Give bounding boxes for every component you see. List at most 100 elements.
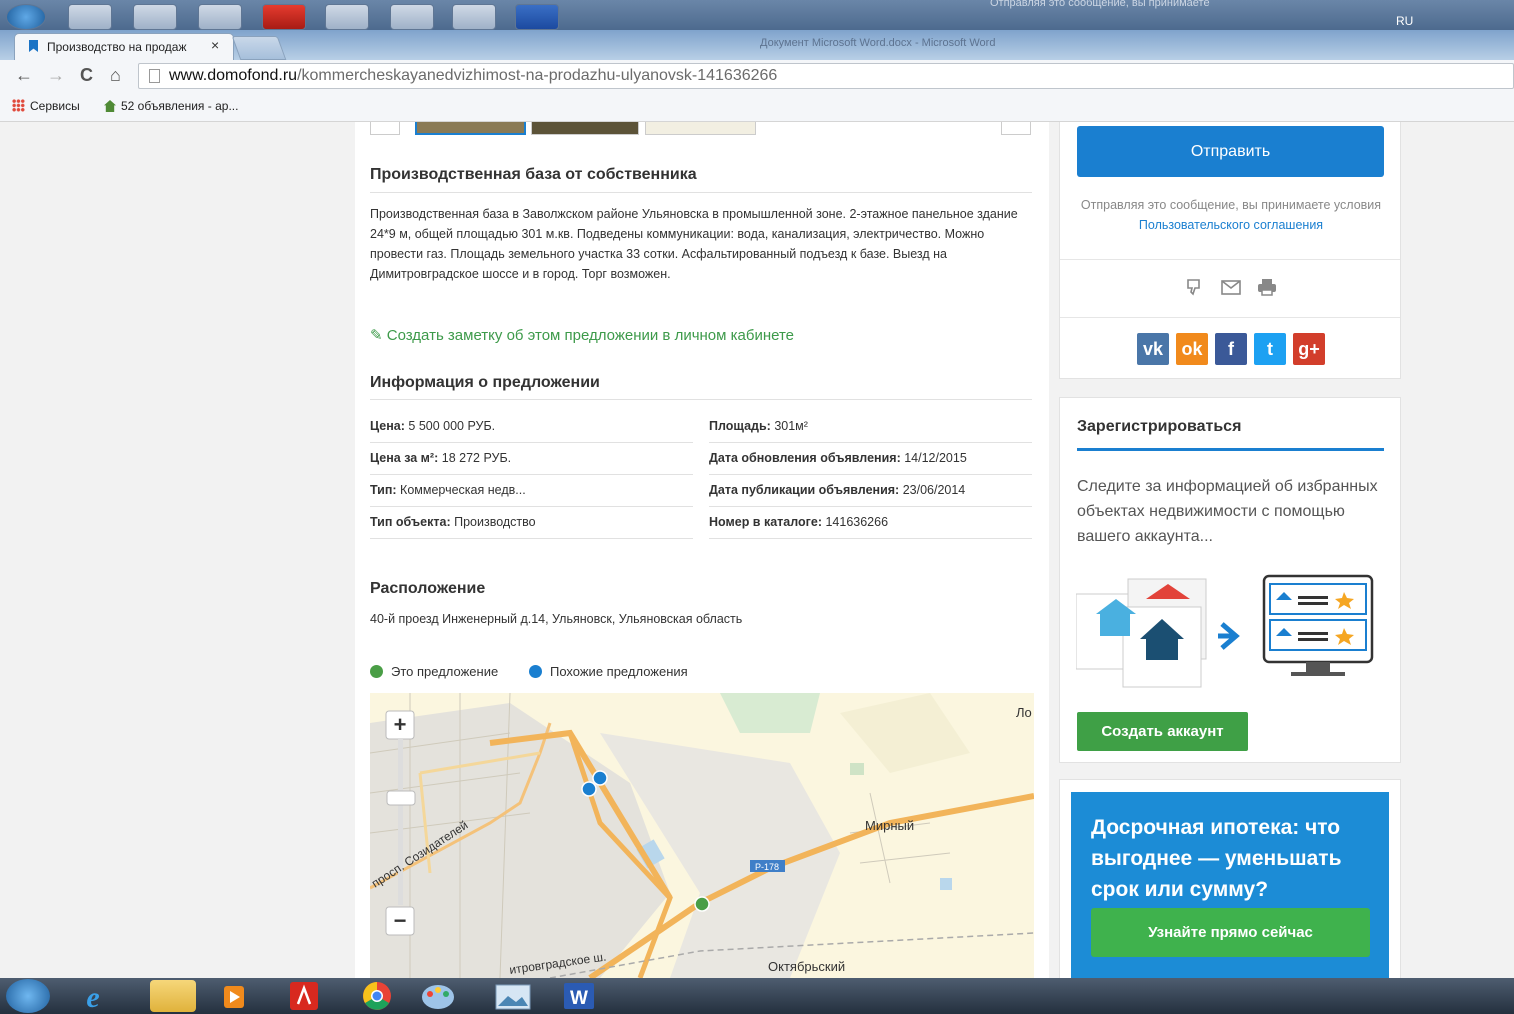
- info-value: Коммерческая недв...: [400, 483, 526, 497]
- facebook-share-button[interactable]: f: [1215, 333, 1247, 365]
- url-path: /kommercheskayanedvizhimost-na-prodazhu-…: [297, 67, 778, 84]
- create-account-button[interactable]: Создать аккаунт: [1077, 712, 1248, 751]
- zoom-out-label: −: [394, 908, 407, 933]
- address-text: 40-й проезд Инженерный д.14, Ульяновск, …: [370, 612, 743, 626]
- twitter-share-button[interactable]: t: [1254, 333, 1286, 365]
- promo-title: Досрочная ипотека: что выгоднее — уменьш…: [1091, 816, 1342, 901]
- zoom-slider-handle: [386, 790, 416, 806]
- word-icon[interactable]: W: [560, 980, 606, 1012]
- bookmark-services[interactable]: Сервисы: [12, 99, 80, 113]
- start-icon[interactable]: [6, 4, 46, 30]
- similar-offer-marker: [592, 770, 608, 786]
- legend-this-offer[interactable]: Это предложение: [370, 664, 498, 679]
- language-indicator[interactable]: RU: [1396, 14, 1413, 28]
- ie-icon[interactable]: [68, 4, 112, 30]
- googleplus-share-button[interactable]: g+: [1293, 333, 1325, 365]
- divider: [370, 538, 693, 539]
- info-value: 14/12/2015: [904, 451, 967, 465]
- apps-grid-icon: [12, 99, 25, 112]
- location-title: Расположение: [370, 580, 486, 597]
- new-tab-button[interactable]: [231, 36, 287, 60]
- divider: [1060, 259, 1400, 260]
- media-player-icon[interactable]: [216, 980, 262, 1012]
- home-icon[interactable]: ⌂: [110, 65, 121, 85]
- reload-icon[interactable]: C: [80, 65, 93, 85]
- media-player-icon[interactable]: [198, 4, 242, 30]
- info-price-per-m2: Цена за м²: 18 272 РУБ.: [370, 451, 511, 465]
- start-button-icon[interactable]: [6, 979, 50, 1013]
- map-canvas[interactable]: + − Р-178 Мирный Октябрьский Ло просп. С…: [370, 693, 1034, 978]
- dislike-icon[interactable]: [1184, 277, 1204, 302]
- mail-icon[interactable]: [1220, 277, 1242, 302]
- ok-share-button[interactable]: ok: [1176, 333, 1208, 365]
- divider: [1060, 317, 1400, 318]
- browser-tab-active[interactable]: Производство на продаж ×: [14, 33, 234, 60]
- divider: [709, 506, 1032, 507]
- listing-description: Производственная база в Заволжском район…: [370, 207, 1018, 281]
- gallery-next-button[interactable]: [1001, 122, 1031, 135]
- info-label: Дата публикации объявления:: [709, 483, 900, 497]
- listing-title: Производственная база от собственника: [370, 166, 697, 183]
- tab-strip: Производство на продаж × Документ Micros…: [0, 30, 1514, 60]
- register-title: Зарегистрироваться: [1077, 418, 1242, 435]
- divider: [709, 538, 1032, 539]
- word-icon[interactable]: [515, 4, 559, 30]
- photo-thumb[interactable]: [531, 122, 639, 135]
- chrome-icon[interactable]: [355, 980, 401, 1012]
- pdf-icon[interactable]: [262, 4, 306, 30]
- back-arrow-icon[interactable]: ←: [15, 65, 33, 85]
- address-bar[interactable]: www.domofond.ru/kommercheskayanedvizhimo…: [138, 63, 1514, 89]
- agreement-prefix: Отправляя это сообщение, вы принимаете у…: [1080, 198, 1382, 212]
- bookmark-listings[interactable]: 52 объявления - ар...: [104, 99, 238, 113]
- forward-arrow-icon[interactable]: →: [47, 65, 65, 85]
- info-label: Тип объекта:: [370, 515, 451, 529]
- url-domain: www.domofond.ru: [169, 67, 298, 84]
- info-label: Площадь:: [709, 419, 771, 433]
- ie-icon[interactable]: e: [70, 980, 116, 1014]
- send-button[interactable]: Отправить: [1077, 126, 1384, 177]
- zoom-in-label: +: [394, 712, 407, 737]
- divider: [370, 442, 693, 443]
- paint-icon[interactable]: [390, 4, 434, 30]
- house-icon: [104, 100, 116, 112]
- folder-icon[interactable]: [133, 4, 177, 30]
- promo-button[interactable]: Узнайте прямо сейчас: [1091, 908, 1370, 957]
- gallery-prev-button[interactable]: [370, 122, 400, 135]
- route-label: Р-178: [755, 862, 779, 872]
- blue-dot-icon: [529, 665, 542, 678]
- legend-similar-offers[interactable]: Похожие предложения: [529, 664, 688, 679]
- contact-card: Отправить Отправляя это сообщение, вы пр…: [1059, 122, 1401, 379]
- photo-viewer-icon[interactable]: [492, 980, 538, 1012]
- explorer-folder-icon[interactable]: [150, 980, 196, 1012]
- register-card: Зарегистрироваться Следите за информацие…: [1059, 397, 1401, 763]
- photo-thumb[interactable]: [415, 122, 526, 135]
- mortgage-promo-banner[interactable]: Досрочная ипотека: что выгоднее — уменьш…: [1071, 792, 1389, 979]
- info-published: Дата публикации объявления: 23/06/2014: [709, 483, 965, 497]
- info-value: 5 500 000 РУБ.: [408, 419, 496, 433]
- tab-close-button[interactable]: ×: [211, 37, 219, 53]
- divider: [370, 192, 1032, 193]
- info-type: Тип: Коммерческая недв...: [370, 483, 526, 497]
- title-underline: [1077, 448, 1384, 451]
- create-note-link[interactable]: ✎ Создать заметку об этом предложении в …: [370, 326, 794, 344]
- divider: [370, 506, 693, 507]
- user-agreement-link[interactable]: Пользовательского соглашения: [1139, 218, 1323, 232]
- print-icon[interactable]: [1256, 277, 1278, 302]
- location-map[interactable]: + − Р-178 Мирный Октябрьский Ло просп. С…: [370, 693, 1034, 978]
- svg-text:e: e: [86, 981, 99, 1012]
- os-taskbar: e W: [0, 978, 1514, 1014]
- url-text[interactable]: www.domofond.ru/kommercheskayanedvizhimo…: [169, 67, 777, 85]
- paint-icon[interactable]: [418, 980, 464, 1012]
- info-value: 23/06/2014: [902, 483, 966, 497]
- twitter-icon: t: [1267, 339, 1273, 359]
- similar-offer-marker: [581, 781, 597, 797]
- chrome-icon[interactable]: [325, 4, 369, 30]
- vk-share-button[interactable]: vk: [1137, 333, 1169, 365]
- agreement-text: Отправляя это сообщение, вы принимаете у…: [1076, 195, 1386, 235]
- bookmark-label: 52 объявления - ар...: [121, 99, 239, 113]
- this-offer-marker: [694, 896, 710, 912]
- pdf-reader-icon[interactable]: [288, 980, 334, 1012]
- image-viewer-icon[interactable]: [452, 4, 496, 30]
- info-updated: Дата обновления объявления: 14/12/2015: [709, 451, 967, 465]
- map-thumb[interactable]: [645, 122, 756, 135]
